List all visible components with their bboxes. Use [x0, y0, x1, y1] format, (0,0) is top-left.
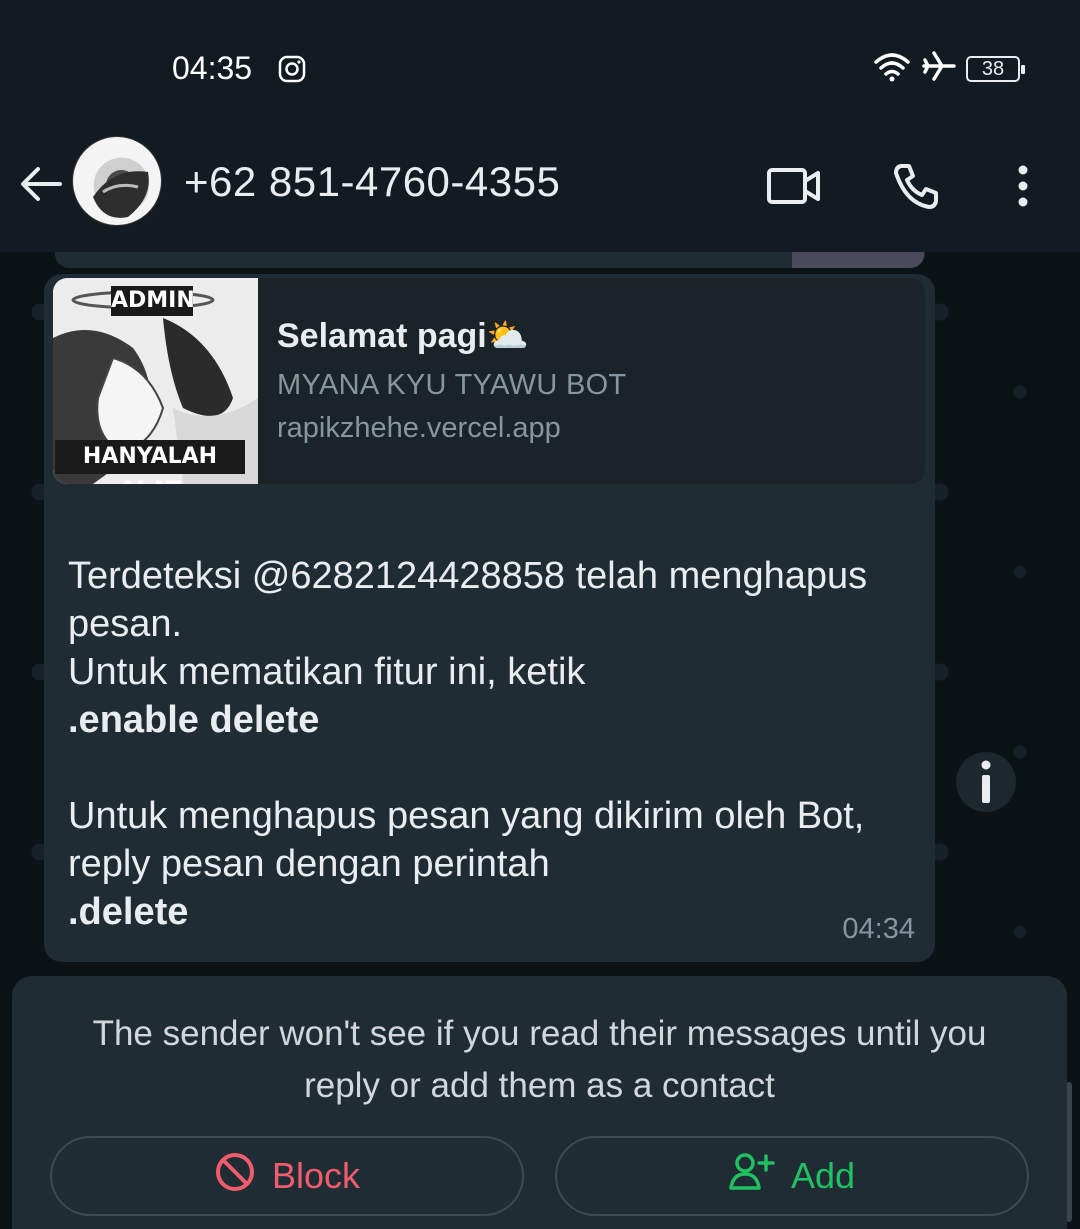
- airplane-icon: [922, 50, 956, 87]
- add-label: Add: [790, 1155, 856, 1196]
- more-options-icon[interactable]: [993, 156, 1053, 216]
- thumbnail-bottom-label: HANYALAH ALAT: [82, 444, 218, 484]
- wifi-icon: [872, 50, 912, 87]
- link-preview-url: rapikzhehe.vercel.app: [277, 412, 561, 444]
- add-contact-icon: [729, 1152, 775, 1201]
- message-text: Terdeteksi @6282124428858 telah menghapu…: [68, 552, 918, 936]
- info-icon[interactable]: [956, 752, 1016, 812]
- avatar[interactable]: [72, 136, 162, 226]
- block-button[interactable]: Block: [50, 1136, 524, 1216]
- message-timestamp: 04:34: [842, 913, 915, 945]
- message-line-1: Terdeteksi @6282124428858 telah menghapu…: [68, 555, 878, 645]
- status-time: 04:35: [172, 50, 253, 86]
- chat-header: +62 851-4760-4355: [0, 130, 1080, 252]
- privacy-notice: The sender won't see if you read their m…: [92, 1014, 987, 1105]
- block-icon: [214, 1151, 256, 1202]
- message-line-3: Untuk menghapus pesan yang dikirim oleh …: [68, 795, 875, 885]
- unknown-sender-panel: The sender won't see if you read their m…: [12, 976, 1067, 1229]
- previous-message-thumbnail[interactable]: [792, 252, 924, 268]
- link-preview-subtitle: MYANA KYU TYAWU BOT: [277, 369, 627, 401]
- battery-indicator: 38: [966, 55, 1025, 82]
- block-label: Block: [271, 1155, 361, 1196]
- command-delete: .delete: [68, 891, 189, 933]
- instagram-icon: [278, 55, 306, 88]
- voice-call-icon[interactable]: [886, 156, 946, 216]
- contact-name[interactable]: +62 851-4760-4355: [184, 158, 560, 206]
- add-contact-button[interactable]: Add: [555, 1136, 1029, 1216]
- back-arrow-icon[interactable]: [18, 160, 66, 208]
- link-preview-title: Selamat pagi⛅: [277, 317, 530, 355]
- link-preview[interactable]: ADMIN HANYALAH ALAT Selamat pagi⛅ MYANA …: [53, 278, 925, 484]
- message-line-2: Untuk mematikan fitur ini, ketik: [68, 651, 586, 693]
- video-call-icon[interactable]: [764, 156, 824, 216]
- link-preview-thumbnail: ADMIN HANYALAH ALAT: [53, 278, 258, 484]
- message-bubble[interactable]: ADMIN HANYALAH ALAT Selamat pagi⛅ MYANA …: [44, 274, 935, 962]
- thumbnail-top-label: ADMIN: [111, 288, 195, 313]
- status-icons: 38: [872, 50, 1025, 87]
- status-bar: 04:35 38: [0, 0, 1080, 130]
- command-enable-delete: .enable delete: [68, 699, 320, 741]
